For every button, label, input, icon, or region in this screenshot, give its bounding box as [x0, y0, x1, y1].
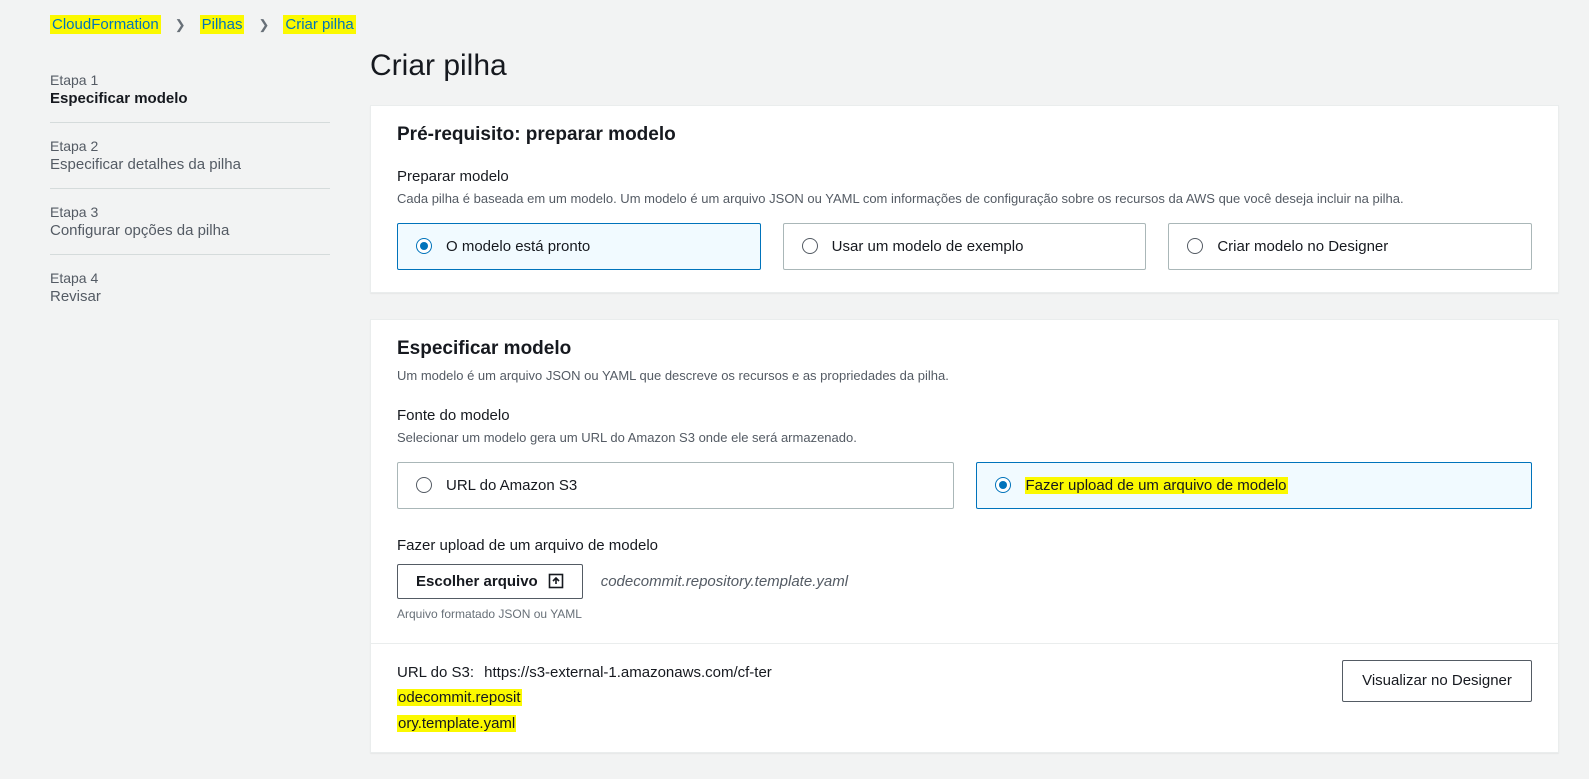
file-format-hint: Arquivo formatado JSON ou YAML — [397, 607, 1532, 621]
step-number: Etapa 3 — [50, 204, 330, 220]
step-title: Configurar opções da pilha — [50, 222, 330, 239]
choose-file-button[interactable]: Escolher arquivo — [397, 564, 583, 599]
upload-icon — [548, 573, 564, 589]
option-label: Criar modelo no Designer — [1217, 238, 1388, 255]
wizard-steps: Etapa 1 Especificar modelo Etapa 2 Espec… — [50, 49, 330, 779]
radio-icon — [416, 477, 432, 493]
step-1[interactable]: Etapa 1 Especificar modelo — [50, 57, 330, 123]
panel-title: Pré-requisito: preparar modelo — [397, 124, 1532, 146]
chosen-filename: codecommit.repository.template.yaml — [601, 573, 848, 590]
step-number: Etapa 4 — [50, 270, 330, 286]
step-4[interactable]: Etapa 4 Revisar — [50, 255, 330, 320]
chevron-right-icon: ❯ — [258, 17, 269, 33]
option-create-designer[interactable]: Criar modelo no Designer — [1168, 223, 1532, 270]
step-number: Etapa 2 — [50, 138, 330, 154]
radio-icon — [1187, 238, 1203, 254]
option-label: Usar um modelo de exemplo — [832, 238, 1024, 255]
page-title: Criar pilha — [370, 49, 1559, 83]
step-title: Revisar — [50, 288, 330, 305]
chevron-right-icon: ❯ — [175, 17, 186, 33]
step-title: Especificar detalhes da pilha — [50, 156, 330, 173]
step-3[interactable]: Etapa 3 Configurar opções da pilha — [50, 189, 330, 255]
breadcrumb-link-criar-pilha[interactable]: Criar pilha — [283, 16, 355, 33]
option-template-ready[interactable]: O modelo está pronto — [397, 223, 761, 270]
upload-label: Fazer upload de um arquivo de modelo — [397, 537, 1532, 554]
panel-title: Especificar modelo — [397, 338, 1532, 360]
option-sample-template[interactable]: Usar um modelo de exemplo — [783, 223, 1147, 270]
breadcrumb-link-cloudformation[interactable]: CloudFormation — [50, 16, 161, 33]
option-label: O modelo está pronto — [446, 238, 590, 255]
step-title: Especificar modelo — [50, 90, 330, 107]
radio-icon — [995, 477, 1011, 493]
s3-url-value: https://s3-external-1.amazonaws.com/cf-t… — [397, 664, 1176, 732]
option-label: Fazer upload de um arquivo de modelo — [1025, 477, 1288, 494]
s3-url-display: URL do S3: https://s3-external-1.amazona… — [397, 660, 1257, 737]
panel-subtitle: Um modelo é um arquivo JSON ou YAML que … — [397, 366, 1532, 386]
view-in-designer-button[interactable]: Visualizar no Designer — [1342, 660, 1532, 702]
panel-specify-template: Especificar modelo Um modelo é um arquiv… — [370, 319, 1559, 754]
breadcrumb-link-pilhas[interactable]: Pilhas — [200, 16, 245, 33]
section-description: Selecionar um modelo gera um URL do Amaz… — [397, 428, 1532, 448]
section-description: Cada pilha é baseada em um modelo. Um mo… — [397, 189, 1532, 209]
step-number: Etapa 1 — [50, 72, 330, 88]
option-label: URL do Amazon S3 — [446, 477, 577, 494]
breadcrumb: CloudFormation ❯ Pilhas ❯ Criar pilha — [0, 0, 1589, 49]
s3-url-label: URL do S3: — [397, 664, 474, 681]
radio-icon — [802, 238, 818, 254]
radio-icon — [416, 238, 432, 254]
section-label: Preparar modelo — [397, 168, 1532, 185]
panel-prerequisite: Pré-requisito: preparar modelo Preparar … — [370, 105, 1559, 293]
section-label: Fonte do modelo — [397, 407, 1532, 424]
option-upload-file[interactable]: Fazer upload de um arquivo de modelo — [976, 462, 1533, 509]
option-s3-url[interactable]: URL do Amazon S3 — [397, 462, 954, 509]
step-2[interactable]: Etapa 2 Especificar detalhes da pilha — [50, 123, 330, 189]
